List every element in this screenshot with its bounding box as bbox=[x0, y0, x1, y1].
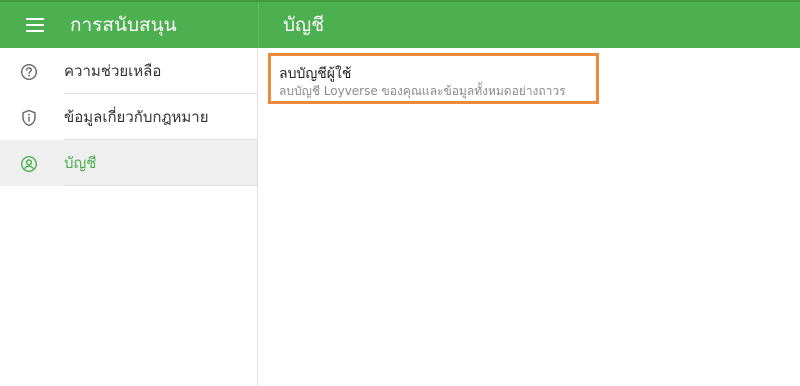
sidebar-item-label: ข้อมูลเกี่ยวกับกฎหมาย bbox=[64, 108, 209, 126]
shield-info-icon bbox=[20, 109, 38, 127]
delete-account-subtitle: ลบบัญชี Loyverse ของคุณและข้อมูลทั้งหมดอ… bbox=[279, 84, 566, 98]
hamburger-menu-icon bbox=[26, 18, 44, 32]
app-window: การสนับสนุน บัญชี ความช่วยเหลือ ข้อมูลเก… bbox=[0, 0, 800, 386]
sidebar-divider bbox=[64, 185, 257, 186]
header-right: บัญชี bbox=[283, 2, 324, 48]
section-title: การสนับสนุน bbox=[70, 14, 177, 36]
menu-button[interactable] bbox=[0, 2, 70, 48]
header-divider bbox=[258, 2, 259, 48]
sidebar-item-help[interactable]: ความช่วยเหลือ bbox=[0, 48, 257, 94]
help-circle-icon bbox=[20, 63, 38, 81]
page-title: บัญชี bbox=[283, 14, 325, 36]
main-content: ลบบัญชีผู้ใช้ ลบบัญชี Loyverse ของคุณและ… bbox=[259, 48, 800, 386]
sidebar-item-label: ความช่วยเหลือ bbox=[64, 62, 162, 80]
sidebar: ความช่วยเหลือ ข้อมูลเกี่ยวกับกฎหมาย บัญช… bbox=[0, 48, 258, 386]
account-circle-icon bbox=[20, 155, 38, 173]
sidebar-item-label: บัญชี bbox=[64, 154, 97, 172]
sidebar-item-legal[interactable]: ข้อมูลเกี่ยวกับกฎหมาย bbox=[0, 94, 257, 140]
sidebar-item-account[interactable]: บัญชี bbox=[0, 140, 257, 186]
header-left: การสนับสนุน bbox=[0, 2, 258, 48]
app-header: การสนับสนุน บัญชี bbox=[0, 2, 800, 48]
delete-account-option[interactable]: ลบบัญชีผู้ใช้ ลบบัญชี Loyverse ของคุณและ… bbox=[268, 53, 599, 104]
